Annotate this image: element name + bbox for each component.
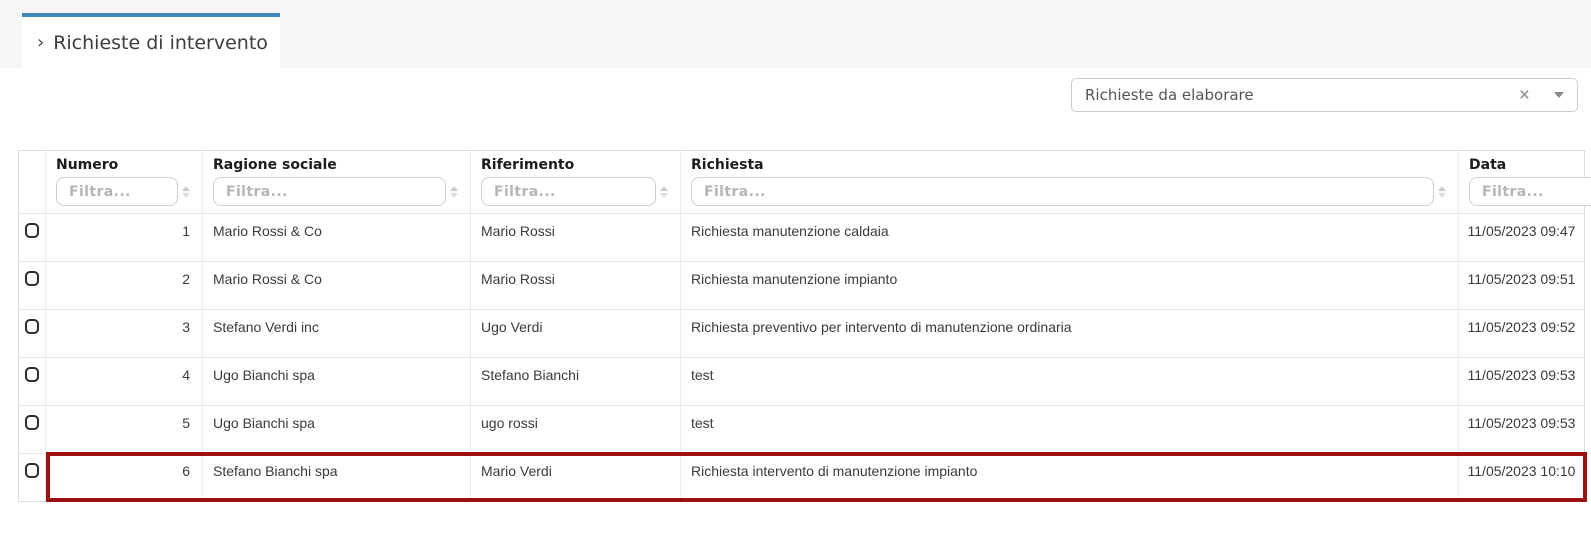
page: › Richieste di intervento Richieste da e… <box>0 0 1591 536</box>
cell-riferimento: ugo rossi <box>471 406 681 453</box>
cell-numero: 5 <box>46 406 203 453</box>
sort-icon[interactable] <box>178 186 194 198</box>
column-label: Numero <box>56 157 194 173</box>
tab-title: Richieste di intervento <box>53 32 268 54</box>
cell-data: 11/05/2023 09:52 <box>1459 310 1584 357</box>
cell-riferimento: Mario Rossi <box>471 214 681 261</box>
table-row[interactable]: 5 Ugo Bianchi spa ugo rossi test 11/05/2… <box>19 405 1584 453</box>
row-checkbox[interactable] <box>25 415 39 430</box>
table-row[interactable]: 6 Stefano Bianchi spa Mario Verdi Richie… <box>19 453 1584 501</box>
cell-ragione-sociale: Stefano Verdi inc <box>203 310 471 357</box>
cell-numero: 3 <box>46 310 203 357</box>
cell-riferimento: Mario Verdi <box>471 454 681 501</box>
header-cell-ragione-sociale: Ragione sociale <box>203 151 471 213</box>
cell-numero: 6 <box>46 454 203 501</box>
cell-data: 11/05/2023 09:51 <box>1459 262 1584 309</box>
sort-icon[interactable] <box>446 186 462 198</box>
row-checkbox-cell <box>19 358 46 405</box>
cell-richiesta: Richiesta manutenzione impianto <box>681 262 1459 309</box>
chevron-down-icon[interactable] <box>1554 92 1564 98</box>
cell-numero: 1 <box>46 214 203 261</box>
header-cell-checkbox <box>19 151 46 213</box>
row-checkbox-cell <box>19 262 46 309</box>
cell-riferimento: Mario Rossi <box>471 262 681 309</box>
header-cell-data: Data <box>1459 151 1591 213</box>
row-checkbox[interactable] <box>25 223 39 238</box>
row-checkbox[interactable] <box>25 271 39 286</box>
row-checkbox-cell <box>19 454 46 501</box>
filter-input-riferimento[interactable] <box>481 177 656 206</box>
cell-data: 11/05/2023 09:53 <box>1459 406 1584 453</box>
header-cell-numero: Numero <box>46 151 203 213</box>
row-checkbox[interactable] <box>25 367 39 382</box>
row-checkbox-cell <box>19 214 46 261</box>
row-checkbox[interactable] <box>25 319 39 334</box>
filter-input-numero[interactable] <box>56 177 178 206</box>
table-row[interactable]: 4 Ugo Bianchi spa Stefano Bianchi test 1… <box>19 357 1584 405</box>
cell-data: 11/05/2023 09:47 <box>1459 214 1584 261</box>
table-header-row: Numero Ragione sociale Riferimento <box>19 151 1584 213</box>
cell-riferimento: Ugo Verdi <box>471 310 681 357</box>
requests-table: Numero Ragione sociale Riferimento <box>18 150 1585 502</box>
row-checkbox[interactable] <box>25 463 39 478</box>
table-body: 1 Mario Rossi & Co Mario Rossi Richiesta… <box>19 213 1584 501</box>
header-cell-richiesta: Richiesta <box>681 151 1459 213</box>
clear-filter-icon[interactable]: × <box>1513 86 1536 105</box>
cell-ragione-sociale: Ugo Bianchi spa <box>203 406 471 453</box>
cell-numero: 4 <box>46 358 203 405</box>
row-checkbox-cell <box>19 406 46 453</box>
cell-ragione-sociale: Ugo Bianchi spa <box>203 358 471 405</box>
cell-data: 11/05/2023 09:53 <box>1459 358 1584 405</box>
cell-richiesta: test <box>681 358 1459 405</box>
cell-data: 11/05/2023 10:10 <box>1459 454 1584 501</box>
cell-numero: 2 <box>46 262 203 309</box>
sort-icon[interactable] <box>656 186 672 198</box>
cell-richiesta: Richiesta manutenzione caldaia <box>681 214 1459 261</box>
table-row[interactable]: 2 Mario Rossi & Co Mario Rossi Richiesta… <box>19 261 1584 309</box>
dropdown-selected-value: Richieste da elaborare <box>1085 86 1513 104</box>
cell-richiesta: test <box>681 406 1459 453</box>
table-row[interactable]: 3 Stefano Verdi inc Ugo Verdi Richiesta … <box>19 309 1584 357</box>
column-label: Richiesta <box>691 157 1450 173</box>
column-label: Ragione sociale <box>213 157 462 173</box>
column-label: Riferimento <box>481 157 672 173</box>
cell-ragione-sociale: Mario Rossi & Co <box>203 262 471 309</box>
column-label: Data <box>1469 157 1591 173</box>
filter-input-ragione-sociale[interactable] <box>213 177 446 206</box>
status-filter-dropdown[interactable]: Richieste da elaborare × <box>1071 78 1578 112</box>
cell-ragione-sociale: Stefano Bianchi spa <box>203 454 471 501</box>
cell-richiesta: Richiesta preventivo per intervento di m… <box>681 310 1459 357</box>
chevron-right-icon: › <box>37 32 44 53</box>
filter-input-richiesta[interactable] <box>691 177 1434 206</box>
cell-ragione-sociale: Mario Rossi & Co <box>203 214 471 261</box>
header-cell-riferimento: Riferimento <box>471 151 681 213</box>
tab-richieste-di-intervento[interactable]: › Richieste di intervento <box>22 13 280 68</box>
cell-richiesta: Richiesta intervento di manutenzione imp… <box>681 454 1459 501</box>
table-row[interactable]: 1 Mario Rossi & Co Mario Rossi Richiesta… <box>19 213 1584 261</box>
filter-input-data[interactable] <box>1469 177 1591 206</box>
sort-icon[interactable] <box>1434 186 1450 198</box>
row-checkbox-cell <box>19 310 46 357</box>
cell-riferimento: Stefano Bianchi <box>471 358 681 405</box>
